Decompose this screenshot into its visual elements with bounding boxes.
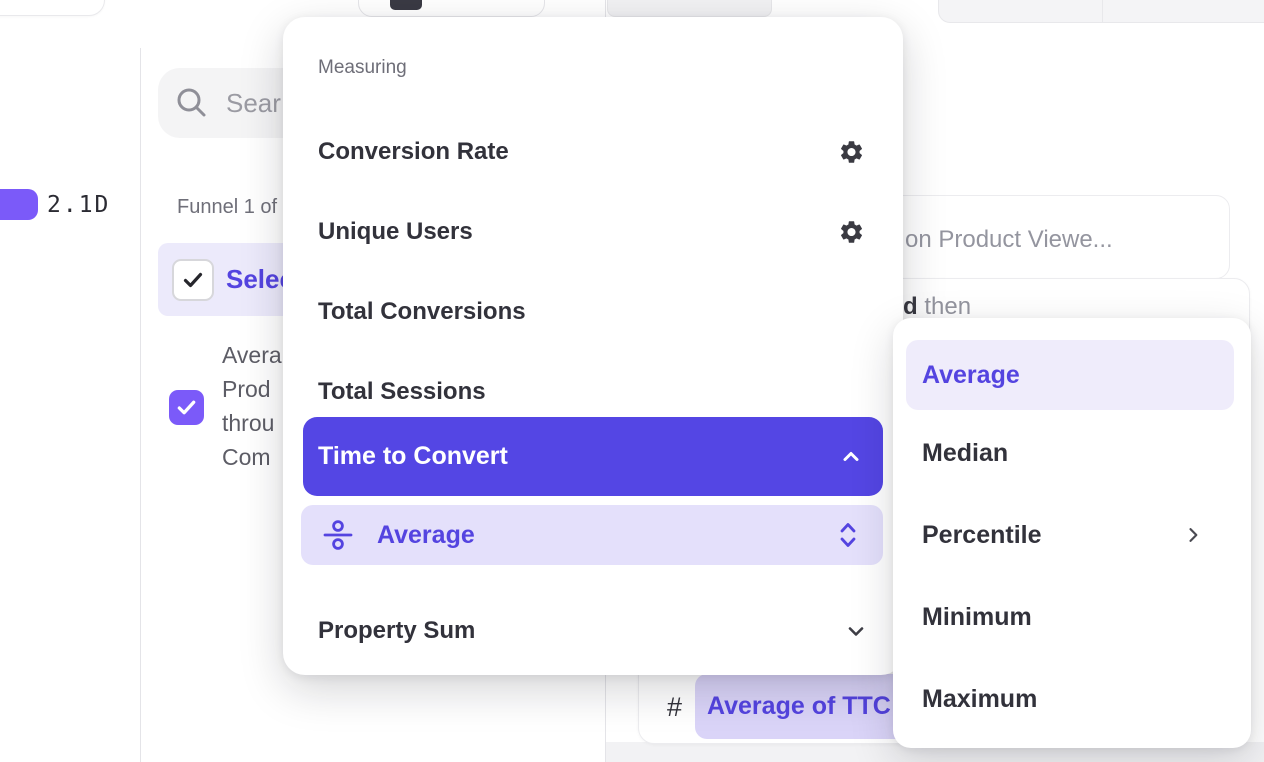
search-placeholder: Sear — [226, 88, 281, 119]
gear-icon[interactable] — [838, 219, 865, 246]
metric-pill-label: Average of TTC — [707, 692, 891, 721]
agg-item-label: Maximum — [922, 685, 1037, 714]
number-format-symbol: # — [667, 692, 682, 723]
menu-item-time-to-convert-selected[interactable]: Time to Convert — [303, 417, 883, 496]
agg-item-maximum[interactable]: Maximum — [893, 671, 1251, 727]
menu-item-label: Total Sessions — [318, 378, 486, 406]
select-all-checkbox[interactable] — [172, 259, 214, 301]
menu-item-label: Time to Convert — [318, 442, 508, 471]
chevron-down-icon — [844, 619, 868, 643]
then-label-prefix: d — [903, 293, 918, 320]
menu-item-unique-users[interactable]: Unique Users — [283, 204, 903, 260]
chevron-right-icon — [1183, 525, 1203, 545]
menu-item-conversion-rate[interactable]: Conversion Rate — [283, 124, 903, 180]
menu-item-property-sum[interactable]: Property Sum — [283, 603, 903, 659]
agg-item-label: Percentile — [922, 521, 1042, 550]
aggregation-value-label: Average — [377, 521, 475, 550]
up-down-selector-icon — [838, 521, 858, 549]
average-divide-icon — [322, 519, 354, 551]
then-label-rest: then — [918, 293, 971, 320]
agg-item-label: Minimum — [922, 603, 1032, 632]
checkmark-icon — [175, 396, 198, 419]
aggregation-submenu: Average Median Percentile Minimum Maximu… — [893, 318, 1251, 748]
menu-item-total-sessions[interactable]: Total Sessions — [283, 364, 903, 420]
step-duration-label: 2.1D — [47, 192, 110, 218]
top-right-tab-right[interactable] — [1102, 0, 1264, 23]
chart-type-icon[interactable] — [390, 0, 422, 10]
menu-item-total-conversions[interactable]: Total Conversions — [283, 284, 903, 340]
menu-item-label: Total Conversions — [318, 298, 526, 326]
then-label: d then — [903, 293, 971, 321]
top-left-card-edge — [0, 0, 105, 16]
panel-divider-left — [140, 48, 141, 762]
menu-item-label: Unique Users — [318, 218, 473, 246]
series-checkbox[interactable] — [169, 390, 204, 425]
top-tab-strip — [607, 0, 772, 17]
agg-item-minimum[interactable]: Minimum — [893, 589, 1251, 645]
event-card-label: on Product Viewe... — [905, 226, 1113, 254]
gear-icon[interactable] — [838, 139, 865, 166]
funnel-counter-label: Funnel 1 of — [177, 196, 277, 219]
menu-item-label: Conversion Rate — [318, 138, 509, 166]
agg-item-label: Average — [922, 361, 1020, 390]
ttc-aggregation-selector[interactable]: Average — [301, 505, 883, 565]
chevron-up-icon — [839, 445, 863, 469]
top-toolbar-box — [358, 0, 545, 17]
measuring-header: Measuring — [318, 57, 407, 79]
funnel-step-badge[interactable] — [0, 189, 38, 220]
measuring-dropdown: Measuring Conversion Rate Unique Users T… — [283, 17, 903, 675]
menu-item-label: Property Sum — [318, 617, 475, 645]
agg-item-label: Median — [922, 439, 1008, 468]
checkmark-icon — [181, 268, 205, 292]
top-right-tab-left[interactable] — [938, 0, 1103, 23]
search-icon — [176, 87, 208, 119]
metric-pill-button[interactable]: Average of TTC — [695, 674, 915, 739]
agg-item-percentile[interactable]: Percentile — [893, 507, 1251, 563]
agg-item-average-selected[interactable]: Average — [906, 340, 1234, 410]
agg-item-median[interactable]: Median — [893, 425, 1251, 481]
